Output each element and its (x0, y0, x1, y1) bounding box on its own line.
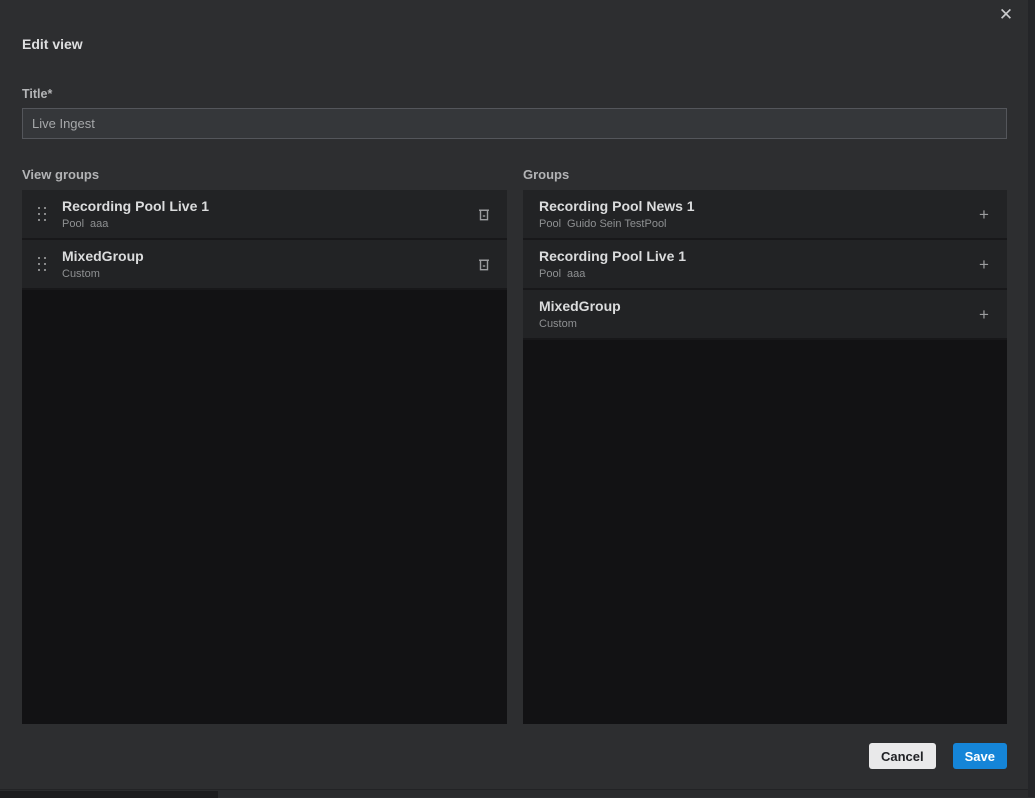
view-groups-list: Recording Pool Live 1 Poolaaa MixedGroup Cu… (22, 190, 507, 724)
view-group-row: MixedGroup Custom (22, 240, 507, 290)
horizontal-scrollbar[interactable] (0, 789, 1028, 797)
group-title: Recording Pool Live 1 (62, 198, 461, 215)
close-icon[interactable]: ✕ (995, 4, 1017, 26)
group-info: Recording Pool Live 1 Poolaaa (523, 247, 961, 281)
edit-view-modal: ✕ Edit view Title* View groups Groups Re… (0, 0, 1035, 797)
drag-dots-icon (38, 207, 47, 222)
group-type: Custom (539, 318, 577, 330)
group-info: Recording Pool Live 1 Poolaaa (62, 197, 461, 231)
remove-group-button[interactable] (461, 208, 507, 221)
group-info: MixedGroup Custom (523, 297, 961, 331)
group-name: aaa (90, 218, 108, 230)
plus-icon: + (979, 256, 989, 273)
drag-handle[interactable] (22, 257, 62, 272)
group-type: Pool (539, 218, 561, 230)
groups-list: Recording Pool News 1 Pool Guido Sein Test… (523, 190, 1007, 724)
group-type: Pool (539, 268, 561, 280)
vertical-scrollbar[interactable] (1028, 0, 1035, 797)
view-group-row: Recording Pool Live 1 Poolaaa (22, 190, 507, 240)
group-title: Recording Pool News 1 (539, 198, 961, 215)
group-type: Pool (62, 218, 84, 230)
cancel-button[interactable]: Cancel (869, 743, 936, 769)
group-subtitle: Poolaaa (62, 217, 461, 231)
group-title: MixedGroup (539, 298, 961, 315)
title-field-label: Title* (22, 87, 52, 101)
view-groups-heading: View groups (22, 167, 99, 182)
group-info: MixedGroup Custom (62, 247, 461, 281)
group-subtitle: Custom (539, 317, 961, 331)
group-subtitle: Custom (62, 267, 461, 281)
group-title: Recording Pool Live 1 (539, 248, 961, 265)
plus-icon: + (979, 306, 989, 323)
group-type: Custom (62, 268, 100, 280)
group-subtitle: Pool Guido Sein TestPool (539, 217, 961, 231)
group-name: aaa (567, 268, 585, 280)
title-input[interactable] (22, 108, 1007, 139)
modal-title: Edit view (22, 36, 83, 52)
group-row[interactable]: Recording Pool News 1 Pool Guido Sein Test… (523, 190, 1007, 240)
add-group-button[interactable]: + (961, 256, 1007, 273)
drag-handle[interactable] (22, 207, 62, 222)
drag-dots-icon (38, 257, 47, 272)
group-info: Recording Pool News 1 Pool Guido Sein Test… (523, 197, 961, 231)
modal-footer: Cancel Save (869, 743, 1007, 769)
add-group-button[interactable]: + (961, 306, 1007, 323)
plus-icon: + (979, 206, 989, 223)
group-row[interactable]: Recording Pool Live 1 Poolaaa + (523, 240, 1007, 290)
trash-icon (478, 208, 490, 221)
groups-heading: Groups (523, 167, 569, 182)
remove-group-button[interactable] (461, 258, 507, 271)
group-name: Guido Sein TestPool (567, 218, 666, 230)
group-subtitle: Poolaaa (539, 267, 961, 281)
trash-icon (478, 258, 490, 271)
group-title: MixedGroup (62, 248, 461, 265)
save-button[interactable]: Save (953, 743, 1007, 769)
add-group-button[interactable]: + (961, 206, 1007, 223)
group-row[interactable]: MixedGroup Custom + (523, 290, 1007, 340)
